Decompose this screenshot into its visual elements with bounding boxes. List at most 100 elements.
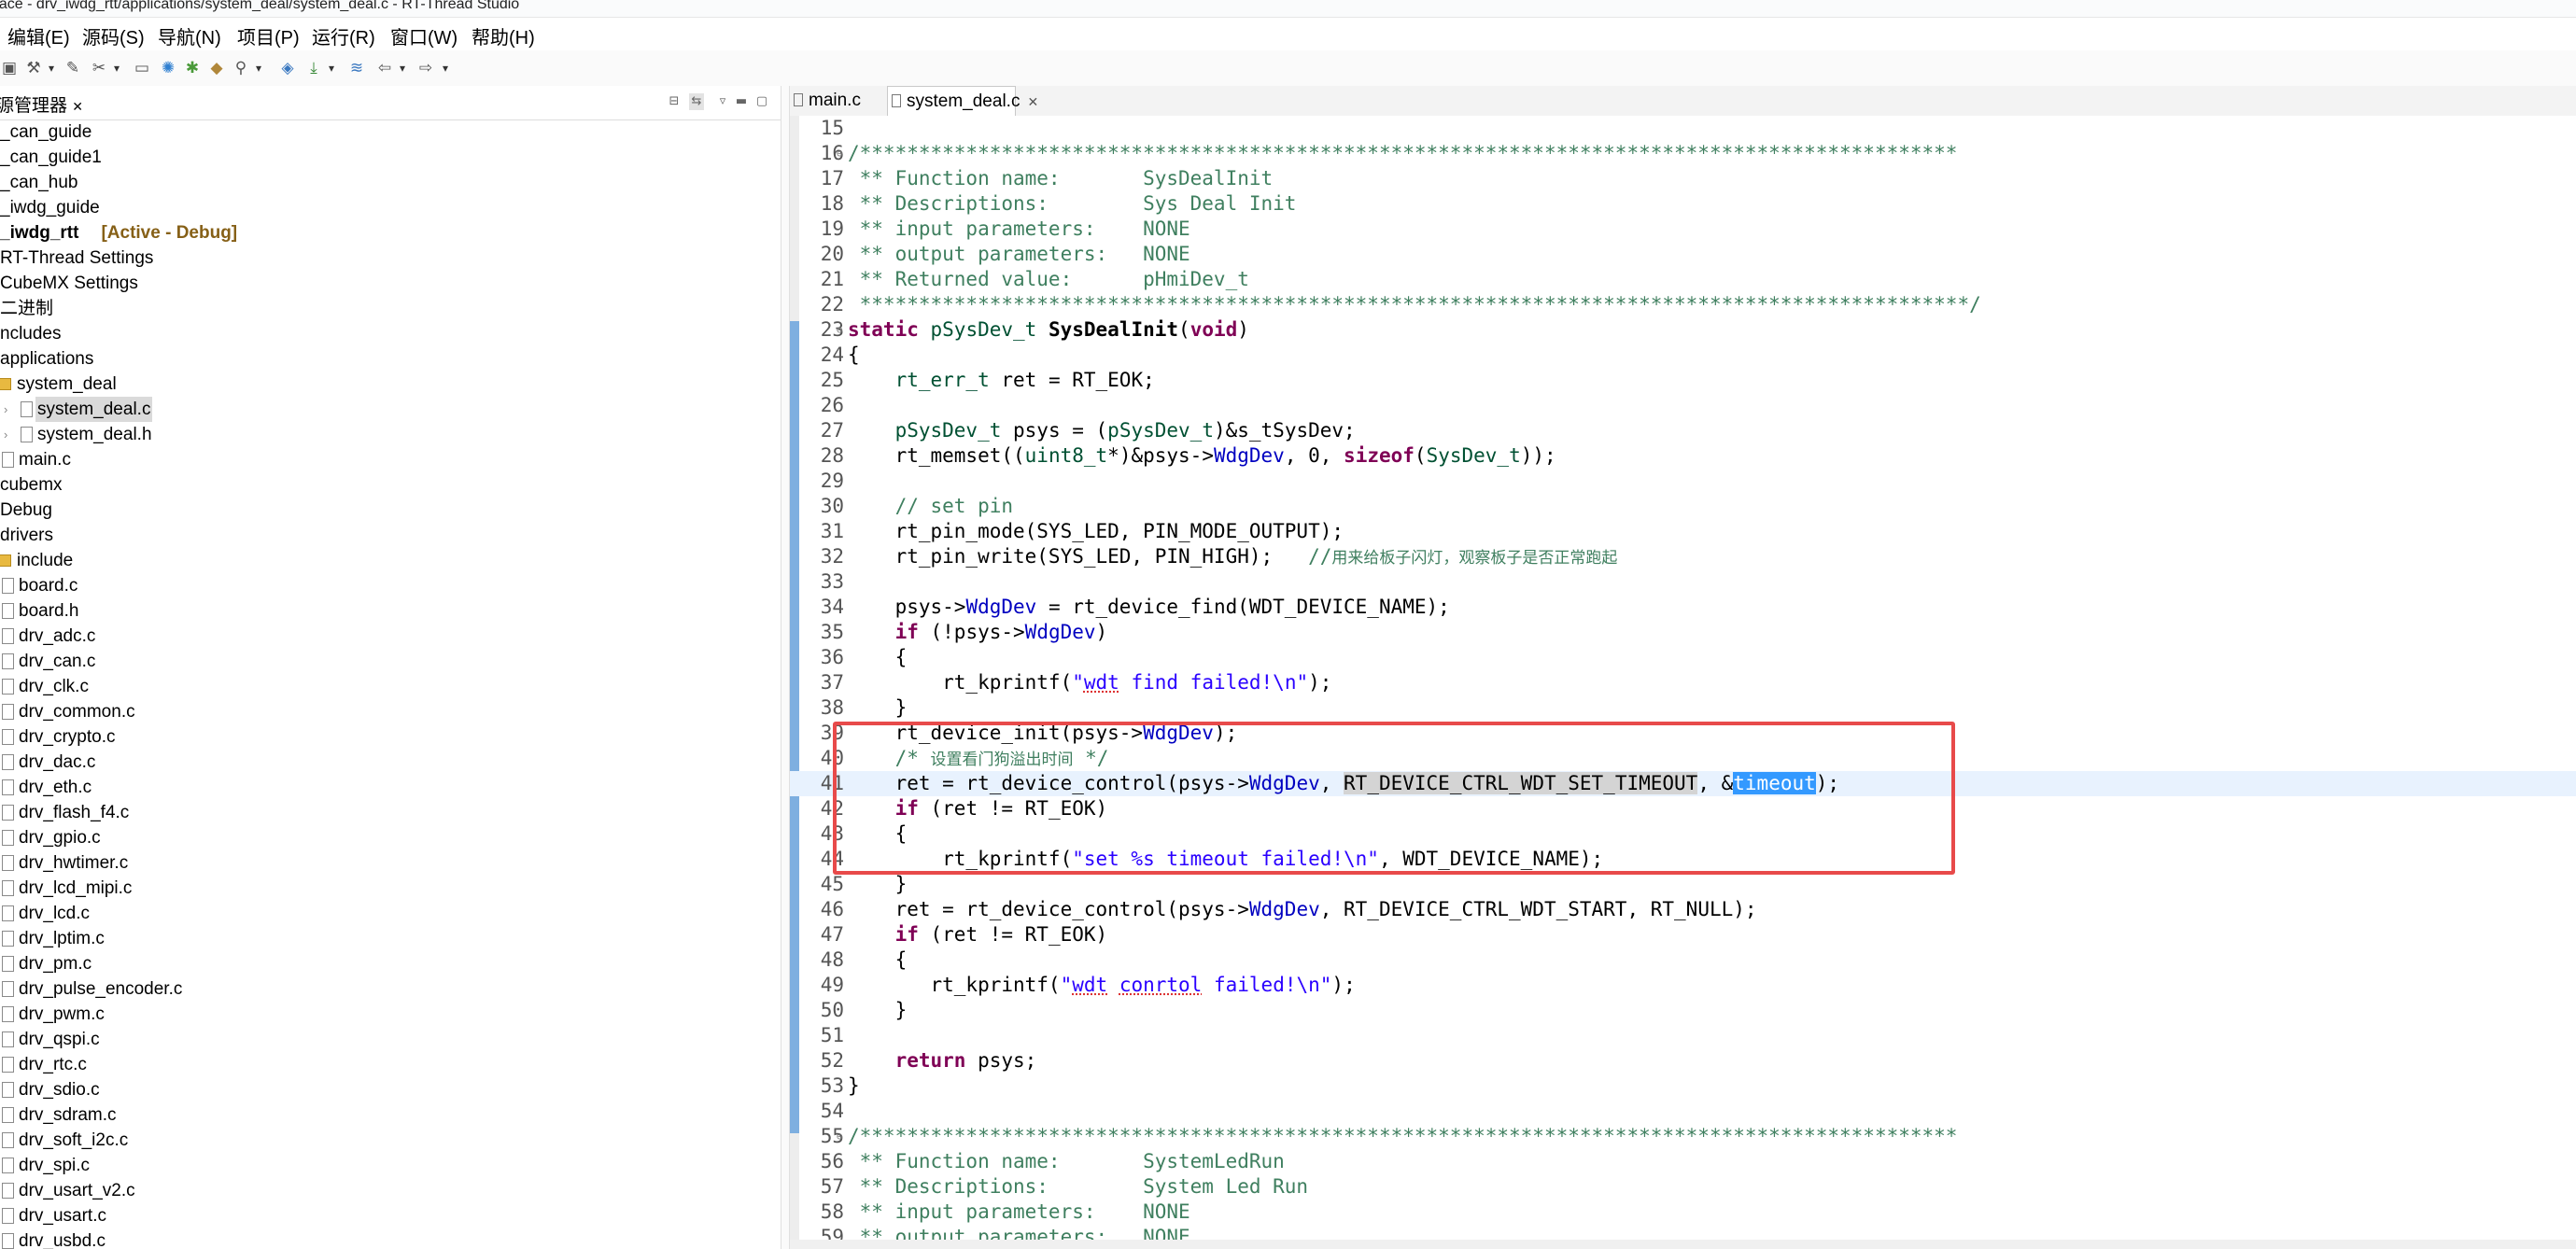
tree-item[interactable]: drv_pm.c xyxy=(0,951,781,976)
fold-icon[interactable]: ⊖ xyxy=(837,1124,843,1149)
code-line[interactable]: 47 if (ret != RT_EOK) xyxy=(790,922,2576,947)
menu-item-6[interactable]: 帮助(H) xyxy=(472,22,535,49)
tree-item[interactable]: main.c xyxy=(0,447,781,472)
fold-icon[interactable]: ⊖ xyxy=(837,317,843,343)
tree-item[interactable]: CubeMX Settings xyxy=(0,271,781,296)
code-line[interactable]: 45 } xyxy=(790,872,2576,897)
tree-item[interactable]: drv_lptim.c xyxy=(0,926,781,951)
code-line[interactable]: 44 rt_kprintf("set %s timeout failed!\n"… xyxy=(790,847,2576,872)
tree-item[interactable]: Debug xyxy=(0,498,781,523)
tree-item[interactable]: drv_can.c xyxy=(0,649,781,674)
code-line[interactable]: 36 { xyxy=(790,645,2576,670)
fold-icon[interactable]: ⊖ xyxy=(837,141,843,166)
code-line[interactable]: 37 rt_kprintf("wdt find failed!\n"); xyxy=(790,670,2576,695)
panel-sash[interactable] xyxy=(781,86,790,1249)
tree-item[interactable]: _can_guide xyxy=(0,119,781,145)
stack-icon[interactable]: ≋ xyxy=(347,59,366,77)
explorer-title[interactable]: 源管理器 ✕ xyxy=(0,91,83,117)
tree-item[interactable]: drv_spi.c xyxy=(0,1153,781,1178)
tree-item[interactable]: ncludes xyxy=(0,321,781,346)
tree-item[interactable]: › system_deal.c xyxy=(0,397,781,422)
search-icon[interactable]: ⚲ xyxy=(232,59,250,77)
forward-icon[interactable]: ⇨ xyxy=(416,59,435,77)
code-line[interactable]: 40 /* 设置看门狗溢出时间 */ xyxy=(790,746,2576,771)
download-icon[interactable]: ⤓ xyxy=(304,59,323,77)
tree-item[interactable]: board.h xyxy=(0,598,781,624)
settings-icon[interactable]: ✂ xyxy=(90,59,108,77)
code-line[interactable]: 29 xyxy=(790,469,2576,494)
code-line[interactable]: 26 xyxy=(790,393,2576,418)
code-line[interactable]: 46 ret = rt_device_control(psys->WdgDev,… xyxy=(790,897,2576,922)
chevron-down-icon[interactable]: ▾ xyxy=(47,59,56,77)
tree-item[interactable]: drivers xyxy=(0,523,781,548)
tree-item[interactable]: board.c xyxy=(0,573,781,598)
tree-item[interactable]: drv_pwm.c xyxy=(0,1002,781,1027)
code-line[interactable]: 25 rt_err_t ret = RT_EOK; xyxy=(790,368,2576,393)
close-icon[interactable]: ✕ xyxy=(1027,94,1038,109)
tree-item[interactable]: drv_usart_v2.c xyxy=(0,1178,781,1203)
collapse-all-icon[interactable]: ⊟ xyxy=(667,93,682,110)
chevron-down-icon[interactable]: ▾ xyxy=(441,59,450,77)
code-line[interactable]: 27 pSysDev_t psys = (pSysDev_t)&s_tSysDe… xyxy=(790,418,2576,443)
code-line[interactable]: 20 ** output parameters: NONE xyxy=(790,242,2576,267)
chevron-down-icon[interactable]: ▾ xyxy=(327,59,336,77)
menu-item-5[interactable]: 窗口(W) xyxy=(390,22,457,49)
maximize-icon[interactable]: ▢ xyxy=(754,93,769,110)
link-editor-icon[interactable]: ⇆ xyxy=(689,93,704,110)
code-line[interactable]: 34 psys->WdgDev = rt_device_find(WDT_DEV… xyxy=(790,595,2576,620)
tree-item[interactable]: drv_rtc.c xyxy=(0,1052,781,1077)
tree-item[interactable]: applications xyxy=(0,346,781,372)
code-line[interactable]: 16 ⊖/************************************… xyxy=(790,141,2576,166)
tree-item[interactable]: drv_qspi.c xyxy=(0,1027,781,1052)
tree-item[interactable]: drv_crypto.c xyxy=(0,724,781,750)
chevron-down-icon[interactable]: ▾ xyxy=(112,59,121,77)
code-line[interactable]: 57 ** Descriptions: System Led Run xyxy=(790,1174,2576,1200)
minimize-icon[interactable]: ▬ xyxy=(734,93,749,110)
tree-item[interactable]: _iwdg_rtt [Active - Debug] xyxy=(0,220,781,246)
horizontal-scrollbar[interactable] xyxy=(790,1240,2576,1249)
view-menu-icon[interactable]: ▿ xyxy=(715,93,730,110)
code-line[interactable]: 19 ** input parameters: NONE xyxy=(790,217,2576,242)
code-line[interactable]: 41 ret = rt_device_control(psys->WdgDev,… xyxy=(790,771,2576,796)
build-icon[interactable]: ⚒ xyxy=(24,59,43,77)
chevron-down-icon[interactable]: ▾ xyxy=(254,59,263,77)
tree-item[interactable]: drv_lcd_mipi.c xyxy=(0,876,781,901)
code-line[interactable]: 32 rt_pin_write(SYS_LED, PIN_HIGH); //用来… xyxy=(790,544,2576,569)
tree-item[interactable]: include xyxy=(0,548,781,573)
tree-item[interactable]: › system_deal.h xyxy=(0,422,781,447)
tree-item[interactable]: drv_pulse_encoder.c xyxy=(0,976,781,1002)
tree-item[interactable]: RT-Thread Settings xyxy=(0,246,781,271)
back-icon[interactable]: ⇦ xyxy=(375,59,394,77)
tab-1[interactable]: system_deal.c ✕ xyxy=(887,86,1038,116)
code-line[interactable]: 17 ** Function name: SysDealInit xyxy=(790,166,2576,191)
menu-item-1[interactable]: 源码(S) xyxy=(82,22,145,49)
tree-item[interactable]: 二进制 xyxy=(0,296,781,321)
code-line[interactable]: 54 xyxy=(790,1099,2576,1124)
chip-icon[interactable]: ✺ xyxy=(159,59,177,77)
code-line[interactable]: 22 *************************************… xyxy=(790,292,2576,317)
code-line[interactable]: 24{ xyxy=(790,343,2576,368)
code-line[interactable]: 31 rt_pin_mode(SYS_LED, PIN_MODE_OUTPUT)… xyxy=(790,519,2576,544)
tree-item[interactable]: drv_lcd.c xyxy=(0,901,781,926)
close-icon[interactable]: ✕ xyxy=(72,99,83,114)
tree-item[interactable]: drv_hwtimer.c xyxy=(0,850,781,876)
tree-item[interactable]: cubemx xyxy=(0,472,781,498)
code-line[interactable]: 23 ⊖ static pSysDev_t SysDealInit(void) xyxy=(790,317,2576,343)
tree-item[interactable]: drv_soft_i2c.c xyxy=(0,1128,781,1153)
tree-item[interactable]: drv_sdio.c xyxy=(0,1077,781,1102)
tree-item[interactable]: drv_flash_f4.c xyxy=(0,800,781,825)
code-line[interactable]: 56 ** Function name: SystemLedRun xyxy=(790,1149,2576,1174)
chevron-right-icon[interactable]: › xyxy=(4,422,15,447)
code-line[interactable]: 33 xyxy=(790,569,2576,595)
code-editor[interactable]: 15 16 ⊖/**********************************… xyxy=(790,116,2576,1249)
tree-item[interactable]: drv_common.c xyxy=(0,699,781,724)
code-line[interactable]: 51 xyxy=(790,1023,2576,1048)
save-icon[interactable]: ▣ xyxy=(0,59,19,77)
code-line[interactable]: 21 ** Returned value: pHmiDev_t xyxy=(790,267,2576,292)
package-icon[interactable]: ◆ xyxy=(207,59,226,77)
tree-item[interactable]: drv_dac.c xyxy=(0,750,781,775)
code-line[interactable]: 42 if (ret != RT_EOK) xyxy=(790,796,2576,821)
code-line[interactable]: 48 { xyxy=(790,947,2576,973)
code-line[interactable]: 49 rt_kprintf("wdt conrtol failed!\n"); xyxy=(790,973,2576,998)
tree-item[interactable]: _iwdg_guide xyxy=(0,195,781,220)
